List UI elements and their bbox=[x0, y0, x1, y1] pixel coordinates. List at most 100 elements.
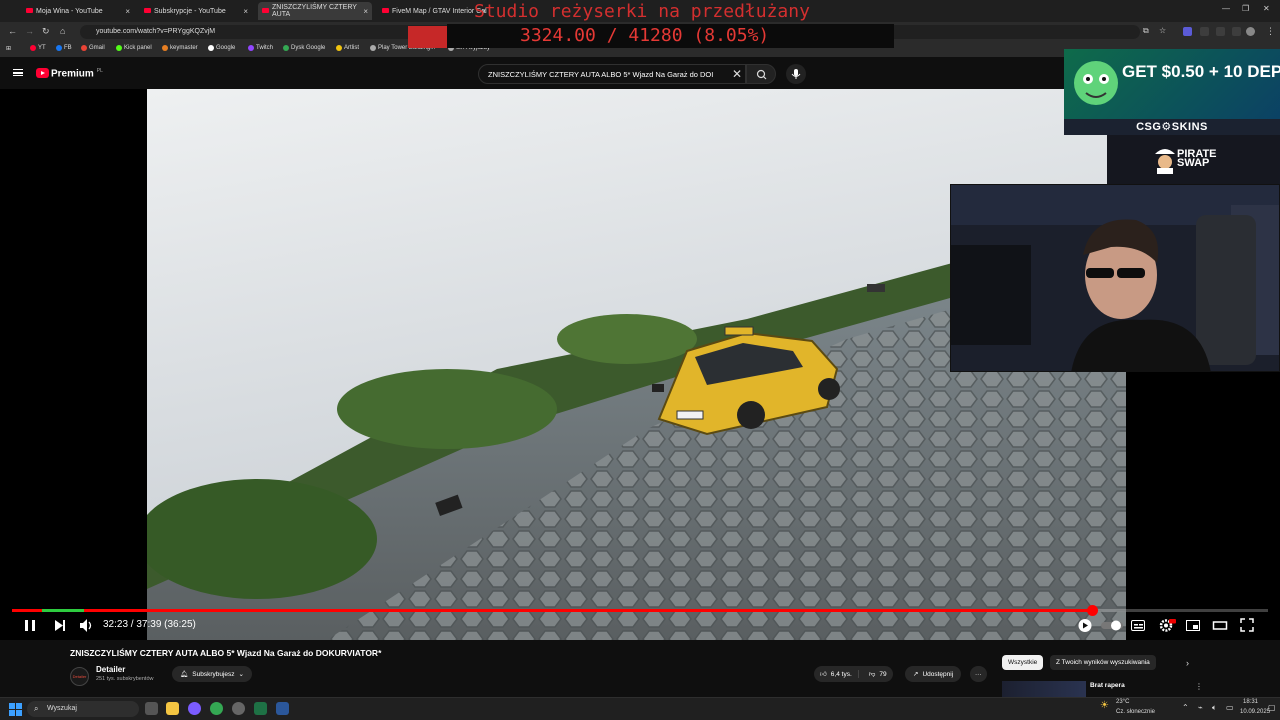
more-actions-button[interactable]: ··· bbox=[970, 666, 987, 682]
tab-title: Moja Wina - YouTube bbox=[36, 7, 103, 15]
windows-start-icon[interactable] bbox=[9, 703, 22, 716]
excel-icon[interactable] bbox=[254, 702, 267, 715]
minimize-icon[interactable]: — bbox=[1222, 4, 1230, 13]
chip-all[interactable]: Wszystkie bbox=[1002, 655, 1044, 670]
search-icon bbox=[756, 69, 767, 80]
network-icon[interactable]: ⌁ bbox=[1198, 703, 1203, 712]
install-icon[interactable]: ⧉ bbox=[1143, 26, 1149, 36]
pause-icon[interactable] bbox=[22, 617, 38, 633]
chip-from-search[interactable]: Z Twoich wyników wyszukiwania bbox=[1050, 655, 1156, 670]
speaker-icon[interactable]: 🔈︎ bbox=[1212, 703, 1217, 713]
bookmark-artlist[interactable]: Artlist bbox=[336, 45, 359, 51]
share-label: Udostępnij bbox=[922, 670, 954, 678]
goal-title: Studio reżyserki na przedłużany bbox=[474, 1, 810, 22]
menu-dots-icon[interactable]: ⋮ bbox=[1266, 26, 1275, 37]
bookmark-yt[interactable]: YT bbox=[30, 45, 46, 51]
battery-icon[interactable]: ▭ bbox=[1226, 703, 1234, 712]
reload-icon[interactable]: ↻ bbox=[42, 26, 50, 37]
weather-temp[interactable]: 23°C bbox=[1116, 699, 1129, 705]
bookmark-star-icon[interactable]: ☆ bbox=[1159, 26, 1166, 35]
autoplay-toggle[interactable] bbox=[1100, 617, 1124, 633]
bookmark-kick-panel[interactable]: Kick panel bbox=[116, 45, 152, 51]
mascot-image bbox=[1074, 61, 1118, 105]
forward-icon[interactable]: → bbox=[25, 26, 34, 36]
clock-time[interactable]: 18:31 bbox=[1243, 699, 1258, 705]
goal-progress-text: 3324.00 / 41280 (8.05%) bbox=[520, 25, 770, 46]
bookmark-fb[interactable]: FB bbox=[56, 45, 72, 51]
chevron-right-icon[interactable]: › bbox=[1186, 658, 1189, 668]
bookmark-gmail[interactable]: Gmail bbox=[81, 45, 105, 51]
bookmark-google[interactable]: Google bbox=[208, 45, 235, 51]
dislike-count: 79 bbox=[879, 670, 887, 678]
close-tab-icon[interactable]: × bbox=[243, 7, 248, 16]
app-icon[interactable] bbox=[188, 702, 201, 715]
thumbs-down-icon: 👎︎ bbox=[868, 671, 876, 678]
app-icon[interactable] bbox=[232, 702, 245, 715]
search-placeholder: Wyszukaj bbox=[47, 705, 77, 712]
tab-2[interactable]: Subskrypcje - YouTube × bbox=[140, 2, 252, 20]
downloads-icon[interactable] bbox=[1232, 27, 1241, 36]
progress-scrubber-handle[interactable] bbox=[1086, 605, 1098, 616]
youtube-premium-logo[interactable]: Premium PL bbox=[51, 68, 103, 79]
share-button[interactable]: ↗ Udostępnij bbox=[905, 666, 962, 682]
bookmark-label: Artlist bbox=[344, 45, 359, 51]
extension-icon[interactable] bbox=[1183, 27, 1192, 36]
home-icon[interactable]: ⌂ bbox=[60, 26, 65, 36]
tab-3-active[interactable]: ZNISZCZYLIŚMY CZTERY AUTA × bbox=[258, 2, 372, 20]
search-button[interactable] bbox=[746, 64, 776, 84]
profile-avatar-icon[interactable] bbox=[1246, 27, 1255, 36]
bookmark-dysk-google[interactable]: Dysk Google bbox=[283, 45, 325, 51]
bookmark-icon bbox=[370, 45, 376, 51]
search-input[interactable]: ZNISZCZYLIŚMY CZTERY AUTA ALBO 5* Wjazd … bbox=[478, 64, 746, 84]
windows-taskbar: ⌕ Wyszukaj ☀ 23°C Cz. słonecznie ⌃ ⌁ 🔈︎ … bbox=[0, 697, 1280, 720]
extension-icon[interactable] bbox=[1200, 27, 1209, 36]
tab-title: ZNISZCZYLIŚMY CZTERY AUTA bbox=[272, 4, 357, 18]
share-icon: ↗ bbox=[913, 671, 919, 678]
word-icon[interactable] bbox=[276, 702, 289, 715]
channel-name[interactable]: Detailer bbox=[96, 665, 125, 674]
close-tab-icon[interactable]: × bbox=[363, 7, 368, 16]
dislike-button[interactable]: 👎︎ 79 bbox=[863, 670, 893, 679]
maximize-icon[interactable]: ❐ bbox=[1242, 4, 1249, 13]
theater-mode-icon[interactable] bbox=[1212, 617, 1228, 633]
subscribed-button[interactable]: 🔔︎ Subskrybujesz ⌄ bbox=[172, 666, 252, 682]
recommended-thumbnail[interactable] bbox=[1002, 681, 1086, 697]
taskbar-search-input[interactable]: ⌕ Wyszukaj bbox=[27, 701, 139, 717]
back-icon[interactable]: ← bbox=[8, 26, 17, 36]
task-view-icon[interactable] bbox=[145, 702, 158, 715]
hamburger-menu-icon[interactable] bbox=[13, 69, 23, 76]
clear-search-icon[interactable]: ✕ bbox=[732, 67, 742, 81]
voice-search-button[interactable] bbox=[786, 64, 806, 84]
extensions-puzzle-icon[interactable] bbox=[1216, 27, 1225, 36]
chrome-icon[interactable] bbox=[210, 702, 223, 715]
close-tab-icon[interactable]: × bbox=[125, 7, 130, 16]
bookmark-keymaster[interactable]: keymaster bbox=[162, 45, 198, 51]
notifications-icon[interactable]: ▢ bbox=[1268, 703, 1276, 712]
pirate-logo-icon bbox=[1155, 149, 1175, 174]
recommended-menu-icon[interactable]: ⋮ bbox=[1195, 682, 1203, 691]
fullscreen-icon[interactable] bbox=[1239, 617, 1255, 633]
volume-icon[interactable] bbox=[78, 617, 94, 633]
settings-gear-icon[interactable] bbox=[1158, 617, 1176, 633]
subtitles-icon[interactable] bbox=[1130, 617, 1146, 633]
channel-avatar[interactable]: Detailer bbox=[70, 667, 89, 686]
youtube-favicon-icon bbox=[262, 8, 269, 13]
csgo-skins-ad[interactable]: GET $0.50 + 10 DEPOSIT BONU CSG⚙SKINS bbox=[1064, 49, 1280, 135]
close-window-icon[interactable]: ✕ bbox=[1263, 4, 1270, 13]
autoplay-play-icon[interactable] bbox=[1076, 617, 1094, 633]
next-icon[interactable] bbox=[52, 617, 68, 633]
tab-1[interactable]: Moja Wina - YouTube × bbox=[22, 2, 134, 20]
bookmark-twitch[interactable]: Twitch bbox=[248, 45, 273, 51]
apps-grid-icon[interactable]: ⊞ bbox=[6, 45, 11, 52]
file-explorer-icon[interactable] bbox=[166, 702, 179, 715]
recommended-title[interactable]: Brat rapera bbox=[1090, 682, 1125, 689]
youtube-logo-icon[interactable] bbox=[36, 68, 49, 78]
facebook-icon bbox=[56, 45, 62, 51]
pirate-swap-ad[interactable]: PIRATE SWAP bbox=[1107, 135, 1280, 184]
twitch-icon bbox=[248, 45, 254, 51]
like-button[interactable]: 👍︎ 6,4 tys. bbox=[814, 670, 859, 678]
url-text: youtube.com/watch?v=PRYggKQZvjM bbox=[96, 28, 216, 35]
tray-chevron-icon[interactable]: ⌃ bbox=[1182, 703, 1189, 712]
miniplayer-icon[interactable] bbox=[1185, 617, 1201, 633]
gmail-icon bbox=[81, 45, 87, 51]
